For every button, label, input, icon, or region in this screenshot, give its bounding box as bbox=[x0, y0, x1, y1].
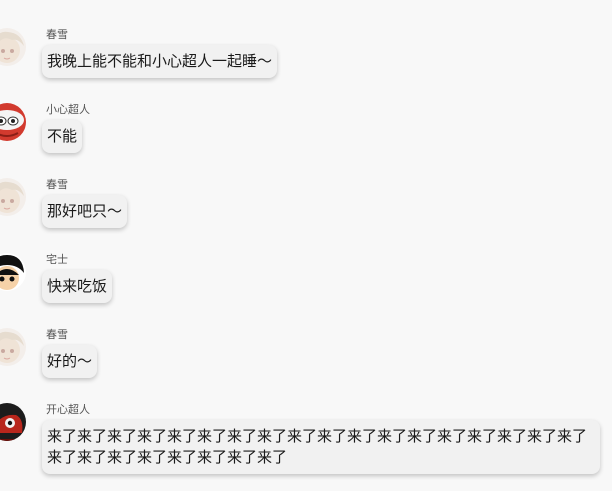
chunxue-avatar[interactable] bbox=[0, 328, 26, 366]
sender-name: 小心超人 bbox=[46, 103, 90, 116]
chat-message-list[interactable]: 春雪 我晚上能不能和小心超人一起睡～ 小心超人 不能 春雪 那好吧只～ 宅士 快… bbox=[0, 0, 612, 491]
zhaishi-avatar[interactable] bbox=[0, 253, 26, 291]
message-bubble[interactable]: 好的～ bbox=[42, 345, 98, 378]
xiaoxin-avatar[interactable] bbox=[0, 103, 26, 141]
message-bubble[interactable]: 我晚上能不能和小心超人一起睡～ bbox=[42, 45, 278, 78]
message-bubble[interactable]: 那好吧只～ bbox=[42, 195, 128, 228]
sender-name: 春雪 bbox=[46, 328, 68, 341]
sender-name: 开心超人 bbox=[46, 403, 90, 416]
message-bubble[interactable]: 不能 bbox=[42, 120, 83, 153]
message-bubble[interactable]: 来了来了来了来了来了来了来了来了来了来了来了来了来了来了来了来了来了来了来了来了… bbox=[42, 420, 600, 474]
sender-name: 春雪 bbox=[46, 28, 68, 41]
sender-name: 宅士 bbox=[46, 253, 68, 266]
chunxue-avatar[interactable] bbox=[0, 28, 26, 66]
sender-name: 春雪 bbox=[46, 178, 68, 191]
chunxue-avatar[interactable] bbox=[0, 178, 26, 216]
kaixin-avatar[interactable] bbox=[0, 403, 26, 441]
message-bubble[interactable]: 快来吃饭 bbox=[42, 270, 113, 303]
